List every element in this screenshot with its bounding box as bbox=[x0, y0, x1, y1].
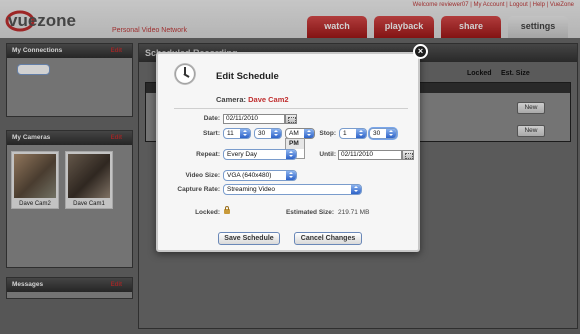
select-arrows-icon bbox=[386, 129, 396, 138]
start-label: Start: bbox=[203, 130, 220, 137]
ampm-option-pm[interactable]: PM bbox=[286, 139, 304, 149]
estimated-size-label: Estimated Size: bbox=[285, 209, 334, 216]
stop-minute-select[interactable]: 30 bbox=[369, 128, 397, 139]
start-hour-select[interactable]: 11 bbox=[223, 128, 251, 139]
lock-icon[interactable] bbox=[224, 206, 230, 214]
capture-rate-label: Capture Rate: bbox=[177, 186, 220, 193]
close-icon[interactable]: × bbox=[413, 44, 428, 59]
select-arrows-icon bbox=[351, 185, 361, 194]
save-schedule-button[interactable]: Save Schedule bbox=[218, 232, 280, 245]
locked-label: Locked: bbox=[195, 209, 220, 216]
camera-label: Camera: bbox=[216, 95, 247, 104]
camera-name: Dave Cam2 bbox=[248, 95, 289, 104]
stop-label: Stop: bbox=[319, 130, 336, 137]
select-arrows-icon bbox=[286, 150, 296, 159]
date-field[interactable]: 02/11/2010 bbox=[223, 114, 285, 124]
camera-line: Camera: Dave Cam2 bbox=[216, 95, 289, 104]
select-arrows-icon bbox=[356, 129, 366, 138]
until-date-field[interactable]: 02/11/2010 bbox=[338, 150, 402, 160]
start-minute-select[interactable]: 30 bbox=[254, 128, 282, 139]
until-label: Until: bbox=[319, 151, 336, 158]
calendar-icon[interactable] bbox=[402, 150, 414, 160]
capture-rate-select[interactable]: Streaming Video bbox=[223, 184, 362, 195]
select-arrows-icon bbox=[271, 129, 281, 138]
stop-hour-select[interactable]: 1 bbox=[339, 128, 367, 139]
video-size-label: Video Size: bbox=[185, 172, 220, 179]
clock-icon bbox=[174, 63, 196, 85]
estimated-size-value: 219.71 MB bbox=[338, 209, 370, 216]
repeat-label: Repeat: bbox=[196, 151, 220, 158]
edit-schedule-dialog: Edit Schedule Camera: Dave Cam2 Date: 02… bbox=[156, 52, 420, 252]
select-arrows-icon bbox=[240, 129, 250, 138]
repeat-select[interactable]: Every Day bbox=[223, 149, 297, 160]
cancel-changes-button[interactable]: Cancel Changes bbox=[294, 232, 362, 245]
video-size-select[interactable]: VGA (640x480) bbox=[223, 170, 297, 181]
select-arrows-icon bbox=[286, 171, 296, 180]
dialog-title: Edit Schedule bbox=[216, 71, 279, 82]
date-label: Date: bbox=[203, 115, 220, 122]
divider bbox=[174, 108, 408, 109]
calendar-icon[interactable] bbox=[285, 114, 297, 124]
